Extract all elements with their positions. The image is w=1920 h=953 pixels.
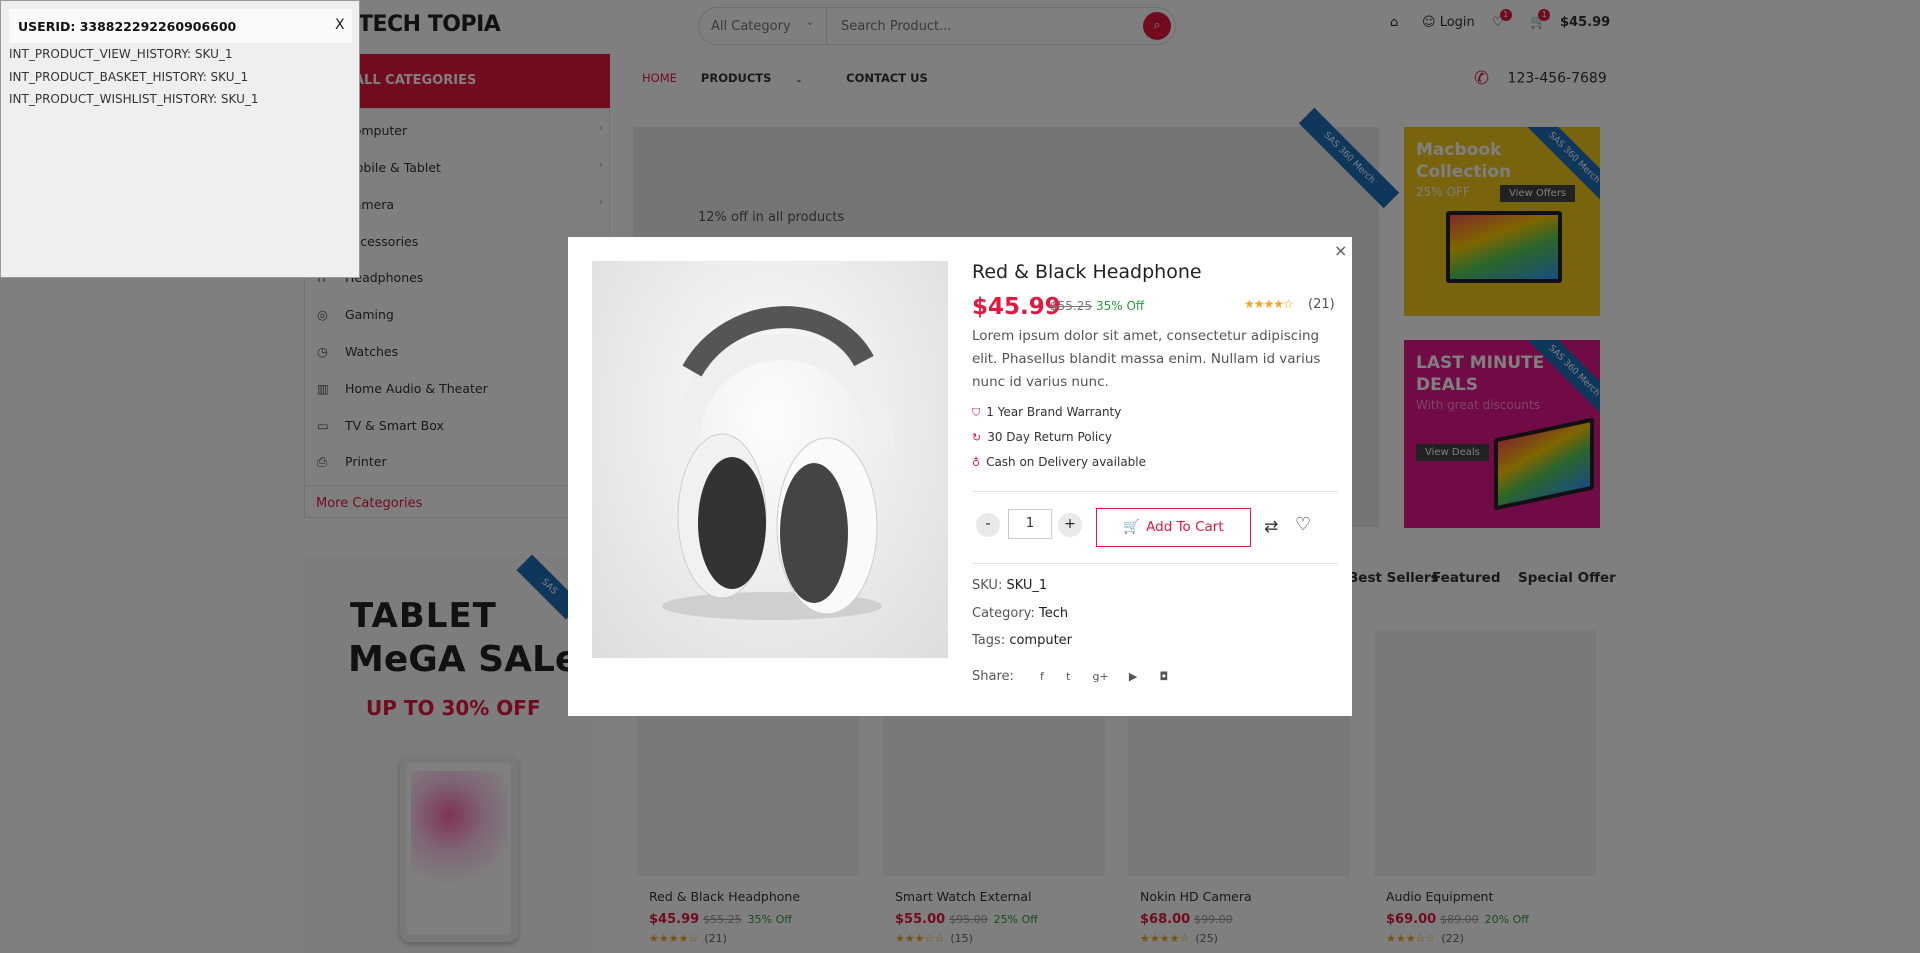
compare-icon[interactable]: ⇄ xyxy=(1264,517,1278,537)
share-label: Share: xyxy=(972,669,1014,684)
cart-icon: 🛒 xyxy=(1123,519,1141,535)
qty-increase-button[interactable]: + xyxy=(1058,513,1082,537)
return-icon: ↻ xyxy=(972,431,982,444)
headphone-image xyxy=(662,306,895,620)
product-price: $45.99 xyxy=(972,294,1061,320)
money-bag-icon: ♁ xyxy=(972,456,981,469)
sku-label: SKU: xyxy=(972,578,1003,593)
shield-icon: ⛉ xyxy=(972,406,981,419)
feature-cod: ♁ Cash on Delivery available xyxy=(972,455,1146,469)
instagram-icon[interactable]: ◘ xyxy=(1159,670,1168,683)
debug-panel: USERID: 338822292260906600 X INT_PRODUCT… xyxy=(0,0,360,278)
review-count[interactable]: (21) xyxy=(1308,297,1335,312)
twitter-icon[interactable]: t xyxy=(1066,670,1070,683)
divider xyxy=(972,563,1338,564)
feature-return: ↻ 30 Day Return Policy xyxy=(972,430,1112,444)
qty-decrease-button[interactable]: - xyxy=(976,513,1000,537)
category-link[interactable]: Tech xyxy=(1039,606,1068,621)
tag-link[interactable]: computer xyxy=(1009,633,1072,648)
debug-line: INT_PRODUCT_WISHLIST_HISTORY: SKU_1 xyxy=(9,92,259,106)
share-row: Share: f t g+ ▶ ◘ xyxy=(972,669,1168,684)
heart-icon[interactable]: ♡ xyxy=(1295,514,1311,535)
google-plus-icon[interactable]: g+ xyxy=(1093,670,1109,683)
qty-input[interactable]: 1 xyxy=(1008,509,1052,539)
category-label: Category: xyxy=(972,606,1035,621)
quick-view-modal: × Red & Black Headphone $45.99 $55.25 35… xyxy=(568,237,1352,716)
old-price: $55.25 xyxy=(1050,299,1092,313)
discount-label: 35% Off xyxy=(1096,299,1145,313)
add-to-cart-label: Add To Cart xyxy=(1146,519,1224,535)
product-image xyxy=(592,261,948,658)
userid-header: USERID: 338822292260906600 xyxy=(9,9,352,43)
feature-warranty: ⛉ 1 Year Brand Warranty xyxy=(972,405,1121,420)
sku-value: SKU_1 xyxy=(1006,578,1048,593)
star-rating-icon: ★★★★☆ xyxy=(1244,297,1294,311)
feature-label: Cash on Delivery available xyxy=(986,455,1147,469)
debug-line: INT_PRODUCT_VIEW_HISTORY: SKU_1 xyxy=(9,47,233,61)
tags-row: Tags: computer xyxy=(972,633,1072,648)
feature-label: 1 Year Brand Warranty xyxy=(986,405,1122,419)
debug-line: INT_PRODUCT_BASKET_HISTORY: SKU_1 xyxy=(9,70,249,84)
youtube-icon[interactable]: ▶ xyxy=(1129,670,1137,683)
close-icon[interactable]: × xyxy=(1334,241,1347,260)
tags-label: Tags: xyxy=(972,633,1006,648)
debug-close-button[interactable]: X xyxy=(335,17,345,33)
product-description: Lorem ipsum dolor sit amet, consectetur … xyxy=(972,328,1321,390)
feature-label: 30 Day Return Policy xyxy=(987,430,1112,444)
add-to-cart-button[interactable]: 🛒 Add To Cart xyxy=(1096,508,1251,547)
facebook-icon[interactable]: f xyxy=(1040,670,1044,683)
sku-row: SKU: SKU_1 xyxy=(972,578,1047,593)
category-row: Category: Tech xyxy=(972,606,1068,621)
divider xyxy=(972,491,1338,492)
product-title: Red & Black Headphone xyxy=(972,261,1202,283)
